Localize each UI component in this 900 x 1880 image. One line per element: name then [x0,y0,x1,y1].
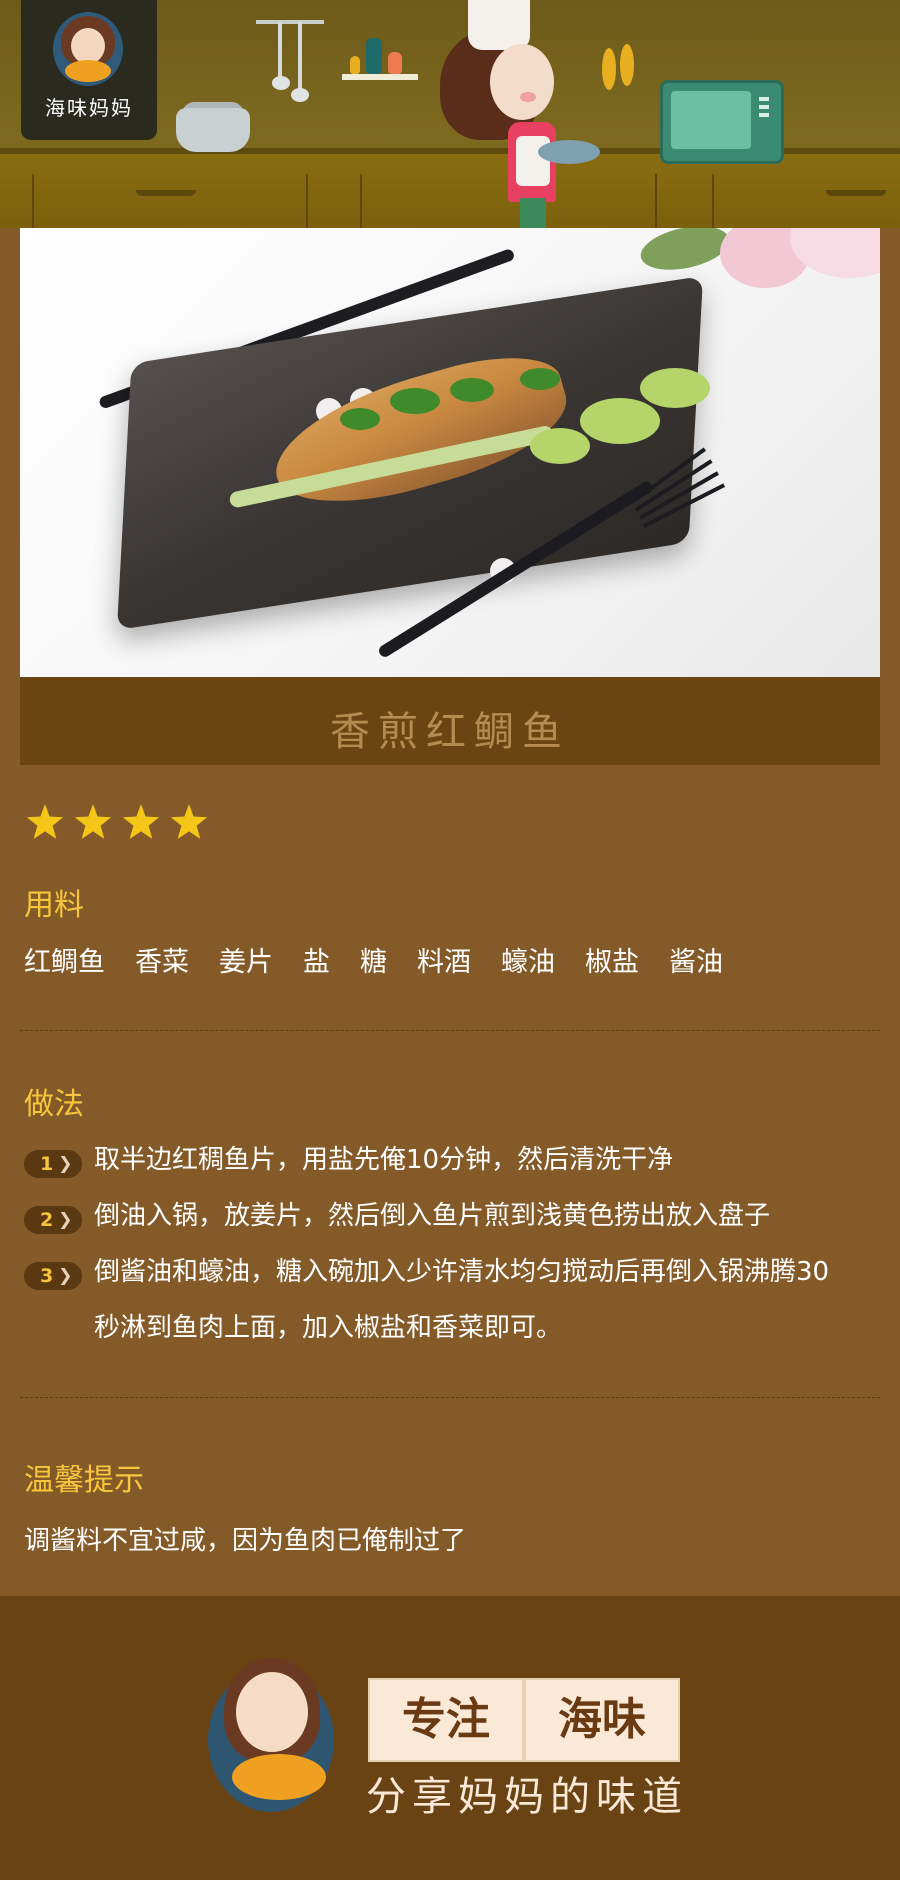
mom-avatar-icon [206,1658,336,1812]
footer-brand: 专注 海味 分享妈妈的味道 [0,1596,900,1880]
ingredient-item: 红鲷鱼 [24,947,105,978]
cooking-pot-icon [176,108,250,152]
ingredient-item: 蠔油 [501,947,555,978]
ladle-bowl-icon [272,76,290,90]
footer-slogan: 分享妈妈的味道 [366,1774,688,1820]
dish-title-bar: 香煎红鲷鱼 [20,677,880,765]
chef-girl-face [490,44,554,120]
cilantro-garnish [340,408,380,430]
chef-girl-cheek [520,92,536,102]
counter-divider [712,174,714,228]
celery-leaf [640,368,710,408]
utensil-rack-icon [256,20,324,24]
mom-avatar-icon [53,12,123,86]
counter-divider [360,174,362,228]
ingredient-item: 香菜 [135,947,189,978]
ingredients-heading: 用料 [24,888,84,923]
held-plate-icon [538,140,600,164]
chevron-right-icon: ❯ [58,1210,73,1230]
site-logo[interactable]: 海味妈妈 [21,0,157,140]
section-divider [20,1397,880,1398]
dish-photo [20,228,880,677]
rating-stars [26,804,208,844]
flower-leaf [636,228,734,277]
slogan-box-text: 专注 [402,1694,490,1745]
ingredient-item: 料酒 [417,947,471,978]
cilantro-garnish [450,378,494,402]
cilantro-garnish [390,388,440,414]
ingredient-item: 酱油 [669,947,723,978]
star-icon [26,804,64,839]
section-divider [20,1030,880,1031]
chevron-right-icon: ❯ [58,1154,73,1174]
method-step: 2 ❯ 倒油入锅，放姜片，然后倒入鱼片煎到浅黄色捞出放入盘子 [24,1201,854,1244]
dish-title: 香煎红鲷鱼 [330,709,570,755]
ingredient-item: 椒盐 [585,947,639,978]
dried-fish-icon [620,44,634,86]
ingredient-item: 糖 [360,947,387,978]
ingredient-list: 红鲷鱼 香菜 姜片 盐 糖 料酒 蠔油 椒盐 酱油 [24,940,723,979]
star-icon [170,804,208,839]
step-number-badge: 3 ❯ [24,1262,82,1290]
ingredient-item: 姜片 [219,947,273,978]
step-text: 倒油入锅，放姜片，然后倒入鱼片煎到浅黄色捞出放入盘子 [94,1201,771,1231]
step-text: 取半边红稠鱼片，用盐先俺10分钟，然后清洗干净 [94,1145,674,1175]
spice-bottle-icon [388,52,402,74]
dried-fish-icon [602,48,616,90]
tip-text: 调酱料不宜过咸，因为鱼肉已俺制过了 [24,1526,467,1556]
slogan-box-text: 海味 [558,1694,646,1745]
drawer-handle [826,190,886,196]
method-heading: 做法 [24,1087,84,1122]
logo-text: 海味妈妈 [45,96,133,120]
slogan-box: 海味 [524,1678,680,1762]
spice-shelf-icon [342,74,418,80]
microwave-icon [660,80,784,164]
chevron-right-icon: ❯ [58,1266,73,1286]
counter-divider [306,174,308,228]
celery-leaf [530,428,590,464]
step-number-badge: 2 ❯ [24,1206,82,1234]
celery-leaf [580,398,660,444]
step-number-badge: 1 ❯ [24,1150,82,1178]
chef-hat-icon [468,0,530,50]
step-number: 3 [40,1265,54,1287]
ingredient-item: 盐 [303,947,330,978]
chef-girl-legs [520,198,546,228]
ladle-bowl-icon [291,88,309,102]
step-number: 2 [40,1209,54,1231]
ladle-icon [278,22,282,80]
slogan-box: 专注 [368,1678,524,1762]
drawer-handle [136,190,196,196]
counter-divider [32,174,34,228]
star-icon [122,804,160,839]
spice-bottle-icon [350,56,360,74]
tips-heading: 温馨提示 [24,1463,144,1498]
cilantro-garnish [520,368,560,390]
counter-divider [655,174,657,228]
spice-bottle-icon [366,38,382,74]
method-step: 3 ❯ 倒酱油和蠔油，糖入碗加入少许清水均匀搅动后再倒入锅沸腾30秒淋到鱼肉上面… [24,1257,834,1356]
ladle-icon [298,22,302,92]
step-text: 倒酱油和蠔油，糖入碗加入少许清水均匀搅动后再倒入锅沸腾30秒淋到鱼肉上面，加入椒… [94,1257,830,1343]
star-icon [74,804,112,839]
header-banner: 海味妈妈 [0,0,900,228]
step-number: 1 [40,1153,54,1175]
method-step: 1 ❯ 取半边红稠鱼片，用盐先俺10分钟，然后清洗干净 [24,1145,854,1188]
